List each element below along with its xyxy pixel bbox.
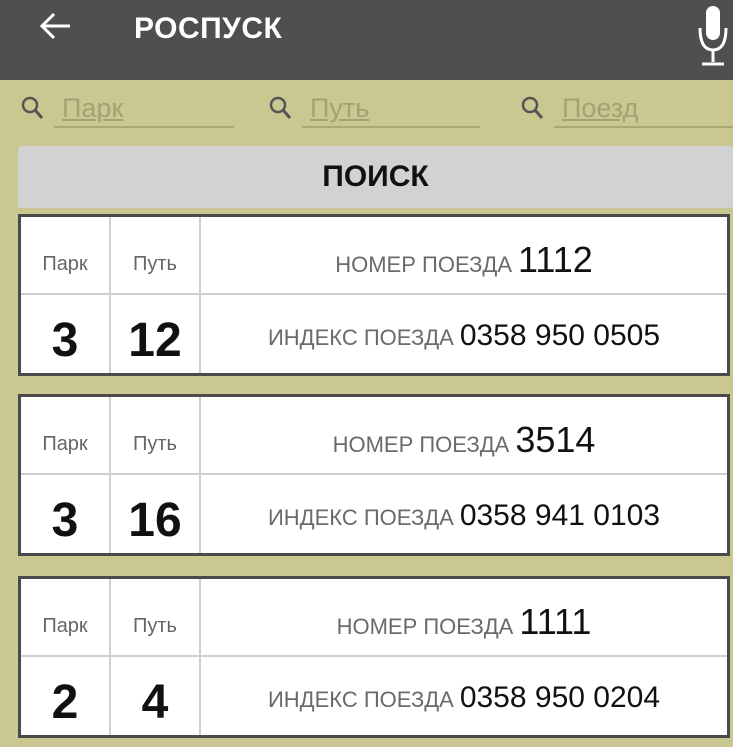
train-index-value: 0358 950 0505 (459, 319, 661, 352)
park-search-input[interactable] (54, 90, 234, 128)
park-filter (20, 90, 235, 130)
search-icon (521, 96, 544, 119)
track-label: Путь (133, 615, 177, 637)
train-index-cell: ИНДЕКС ПОЕЗДА 0358 950 0204 (201, 657, 727, 735)
search-icon (269, 96, 292, 119)
park-value-cell: 2 (21, 657, 111, 735)
park-value: 3 (51, 494, 79, 547)
train-card[interactable]: Парк Путь НОМЕР ПОЕЗДА 1111 2 4 ИНДЕКС ПО… (18, 576, 730, 738)
park-label-cell: Парк (21, 579, 111, 657)
train-card[interactable]: Парк Путь НОМЕР ПОЕЗДА 1112 3 12 ИНДЕКС П… (18, 214, 730, 376)
train-search-input[interactable] (554, 90, 733, 128)
park-label: Парк (42, 615, 88, 637)
top-app-bar: РОСПУСК (0, 0, 733, 80)
park-label: Парк (42, 253, 88, 275)
train-index-label: ИНДЕКС ПОЕЗДА (267, 505, 454, 530)
track-label: Путь (133, 433, 177, 455)
park-label-cell: Парк (21, 217, 111, 295)
park-value-cell: 3 (21, 295, 111, 373)
filter-bar (0, 80, 733, 136)
train-index-label: ИНДЕКС ПОЕЗДА (267, 687, 454, 712)
train-number-cell: НОМЕР ПОЕЗДА 1112 (201, 217, 727, 295)
search-button[interactable]: ПОИСК (18, 146, 733, 208)
track-value-cell: 12 (111, 295, 201, 373)
track-value-cell: 4 (111, 657, 201, 735)
train-index-value: 0358 941 0103 (459, 499, 661, 532)
train-number-value: 1112 (518, 239, 593, 280)
train-index-cell: ИНДЕКС ПОЕЗДА 0358 941 0103 (201, 475, 727, 553)
train-number-value: 1111 (519, 601, 592, 642)
train-number-cell: НОМЕР ПОЕЗДА 3514 (201, 397, 727, 475)
train-number-label: НОМЕР ПОЕЗДА (336, 614, 514, 639)
park-value: 3 (51, 314, 79, 367)
train-index-value: 0358 950 0204 (459, 681, 661, 714)
train-number-cell: НОМЕР ПОЕЗДА 1111 (201, 579, 727, 657)
track-value: 4 (141, 676, 169, 729)
train-number-label: НОМЕР ПОЕЗДА (335, 252, 512, 277)
track-label: Путь (133, 253, 177, 275)
park-value-cell: 3 (21, 475, 111, 553)
track-value: 12 (128, 314, 182, 367)
track-search-input[interactable] (302, 90, 480, 128)
track-label-cell: Путь (111, 217, 201, 295)
park-label-cell: Парк (21, 397, 111, 475)
train-index-cell: ИНДЕКС ПОЕЗДА 0358 950 0505 (201, 295, 727, 373)
track-value-cell: 16 (111, 475, 201, 553)
track-value: 16 (128, 494, 182, 547)
page-title: РОСПУСК (134, 12, 283, 45)
park-label: Парк (42, 433, 88, 455)
park-value: 2 (51, 676, 79, 729)
train-filter (520, 90, 733, 130)
search-icon (21, 96, 44, 119)
track-label-cell: Путь (111, 397, 201, 475)
back-arrow-icon[interactable] (36, 6, 76, 46)
train-index-label: ИНДЕКС ПОЕЗДА (267, 325, 454, 350)
microphone-icon[interactable] (696, 4, 730, 72)
track-filter (268, 90, 483, 130)
train-number-value: 3514 (515, 419, 596, 460)
track-label-cell: Путь (111, 579, 201, 657)
train-card[interactable]: Парк Путь НОМЕР ПОЕЗДА 3514 3 16 ИНДЕКС П… (18, 394, 730, 556)
train-number-label: НОМЕР ПОЕЗДА (332, 432, 510, 457)
